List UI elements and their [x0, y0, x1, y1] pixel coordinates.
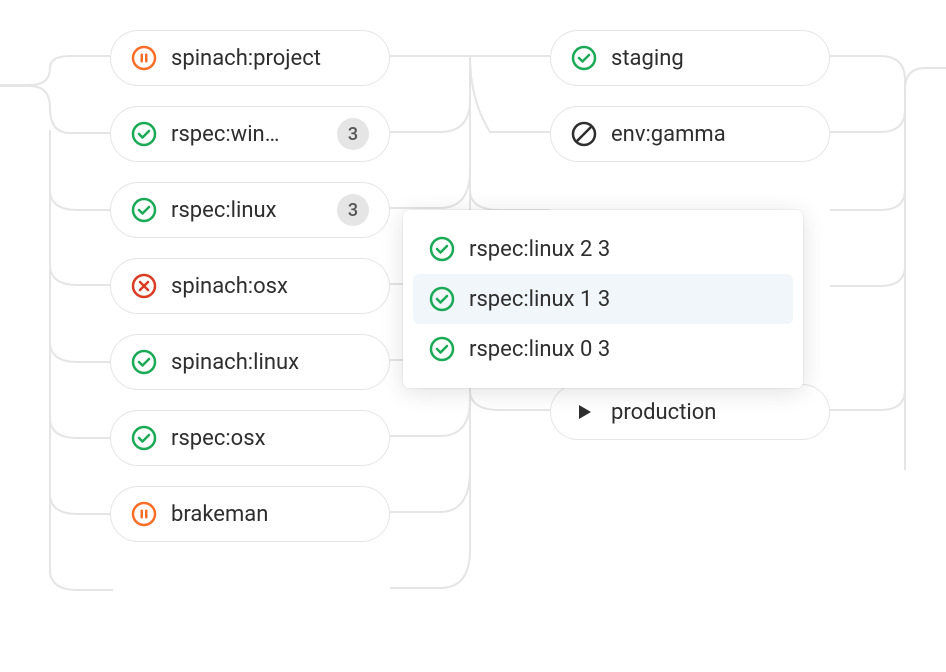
pipeline-graph: spinach:project rspec:win… 3 rspec:linux… — [0, 0, 946, 672]
success-icon — [429, 336, 455, 362]
job-production[interactable]: production — [550, 384, 830, 440]
job-staging[interactable]: staging — [550, 30, 830, 86]
job-spinach-linux[interactable]: spinach:linux — [110, 334, 390, 390]
job-rspec-osx[interactable]: rspec:osx — [110, 410, 390, 466]
success-icon — [571, 45, 597, 71]
job-label: staging — [611, 46, 809, 71]
pending-icon — [131, 501, 157, 527]
job-count-badge: 3 — [337, 118, 369, 150]
failed-icon — [131, 273, 157, 299]
dropdown-item-rspec-linux-1-3[interactable]: rspec:linux 1 3 — [413, 274, 793, 324]
dropdown-item-label: rspec:linux 2 3 — [469, 237, 610, 262]
job-label: production — [611, 400, 809, 425]
skipped-icon — [571, 121, 597, 147]
success-icon — [429, 286, 455, 312]
dropdown-item-label: rspec:linux 0 3 — [469, 337, 610, 362]
success-icon — [131, 121, 157, 147]
success-icon — [131, 197, 157, 223]
stage-column-test: spinach:project rspec:win… 3 rspec:linux… — [110, 30, 390, 542]
job-label: spinach:osx — [171, 274, 369, 299]
job-label: rspec:linux — [171, 198, 329, 223]
job-label: spinach:linux — [171, 350, 369, 375]
job-count-badge: 3 — [337, 194, 369, 226]
dropdown-item-rspec-linux-2-3[interactable]: rspec:linux 2 3 — [413, 224, 793, 274]
dropdown-item-label: rspec:linux 1 3 — [469, 287, 610, 312]
dropdown-item-rspec-linux-0-3[interactable]: rspec:linux 0 3 — [413, 324, 793, 374]
job-group-dropdown: rspec:linux 2 3 rspec:linux 1 3 rspec:li… — [403, 210, 803, 388]
connector-line — [48, 130, 113, 660]
job-label: rspec:osx — [171, 426, 369, 451]
job-label: brakeman — [171, 502, 369, 527]
job-rspec-win[interactable]: rspec:win… 3 — [110, 106, 390, 162]
job-env-gamma[interactable]: env:gamma — [550, 106, 830, 162]
job-spinach-project[interactable]: spinach:project — [110, 30, 390, 86]
success-icon — [429, 236, 455, 262]
play-icon — [571, 399, 597, 425]
job-label: spinach:project — [171, 46, 369, 71]
job-brakeman[interactable]: brakeman — [110, 486, 390, 542]
job-spinach-osx[interactable]: spinach:osx — [110, 258, 390, 314]
success-icon — [131, 349, 157, 375]
job-rspec-linux[interactable]: rspec:linux 3 — [110, 182, 390, 238]
connector-line — [830, 50, 946, 470]
success-icon — [131, 425, 157, 451]
pending-icon — [131, 45, 157, 71]
job-label: rspec:win… — [171, 122, 329, 147]
job-label: env:gamma — [611, 122, 809, 147]
